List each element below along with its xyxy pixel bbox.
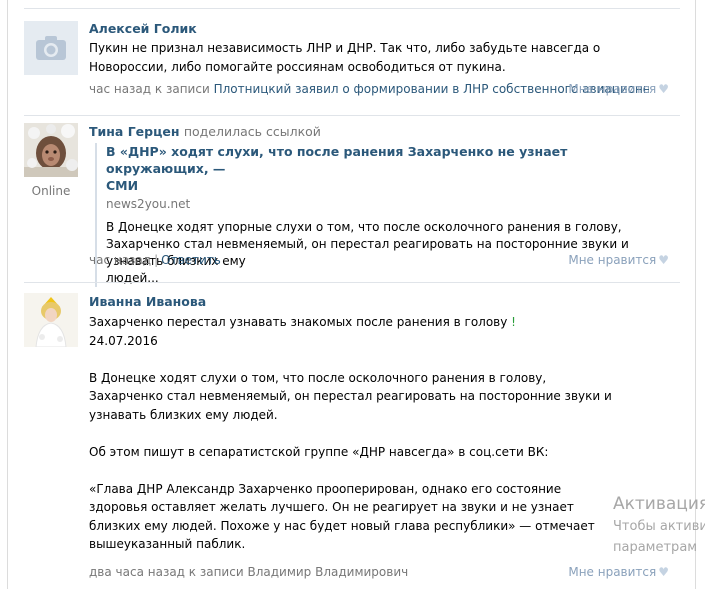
author-name: Тина Герцен поделилась ссылкой bbox=[89, 124, 321, 139]
avatar[interactable] bbox=[24, 123, 78, 177]
exclamation: ! bbox=[511, 315, 516, 329]
avatar-photo bbox=[24, 293, 78, 347]
heart-icon: ♥ bbox=[658, 253, 669, 267]
comment-line: Захарченко перестал узнавать знакомых по… bbox=[89, 313, 612, 332]
activation-watermark-line: Чтобы активи bbox=[613, 519, 705, 534]
author-link[interactable]: Тина Герцен bbox=[89, 124, 179, 139]
comment-meta: час назад | Ответить bbox=[89, 253, 221, 267]
comment-meta: час назад к записи Плотницкий заявил о ф… bbox=[89, 82, 649, 96]
like-label: Мне нравится bbox=[568, 565, 657, 579]
comment-text: Пукин не признал независимость ЛНР и ДНР… bbox=[89, 39, 600, 76]
desc-line: людей... bbox=[106, 271, 159, 285]
comment-line-text: Захарченко перестал узнавать знакомых по… bbox=[89, 315, 508, 329]
comment-line: 24.07.2016 bbox=[89, 333, 158, 348]
left-border bbox=[7, 0, 8, 589]
comment-time: два часа назад к записи bbox=[89, 565, 244, 579]
heart-icon: ♥ bbox=[658, 565, 669, 579]
separator bbox=[24, 282, 680, 283]
comment-line: В Донецке ходят слухи о том, что после о… bbox=[89, 370, 547, 385]
meta-divider: | bbox=[154, 253, 159, 267]
camera-icon bbox=[36, 36, 66, 60]
comment-line: близких ему людей. Похоже у нас будет но… bbox=[89, 518, 595, 533]
shared-link-title[interactable]: В «ДНР» ходят слухи, что после ранения З… bbox=[106, 143, 651, 194]
post-link[interactable]: Владимир Владимирович bbox=[247, 565, 408, 579]
avatar[interactable] bbox=[24, 293, 78, 347]
comment-line: вышеуказанный паблик. bbox=[89, 537, 246, 551]
online-status: Online bbox=[31, 184, 71, 198]
heart-icon: ♥ bbox=[658, 82, 669, 96]
comment-line: Об этом пишут в сепаратистской группе «Д… bbox=[89, 444, 549, 459]
title-line: СМИ bbox=[106, 178, 139, 193]
avatar-photo bbox=[24, 123, 78, 177]
desc-line: В Донецке ходят упорные слухи о том, что… bbox=[106, 220, 622, 234]
title-line: В «ДНР» ходят слухи, что после ранения З… bbox=[106, 144, 568, 176]
shared-link-domain: news2you.net bbox=[106, 197, 191, 211]
author-name[interactable]: Иванна Иванова bbox=[89, 294, 206, 309]
like-button[interactable]: Мне нравится ♥ bbox=[568, 565, 669, 579]
separator bbox=[24, 8, 680, 9]
comment-line: Новороссии, либо помогайте россиянам осв… bbox=[89, 59, 506, 74]
like-label: Мне нравится bbox=[568, 253, 657, 267]
comment-line: «Глава ДНР Александр Захарченко проопери… bbox=[89, 481, 562, 496]
comment-text: Захарченко перестал узнавать знакомых по… bbox=[89, 313, 612, 554]
comment-time: час назад bbox=[89, 253, 152, 267]
comment-time: час назад к записи bbox=[89, 82, 210, 96]
author-name[interactable]: Алексей Голик bbox=[89, 21, 197, 36]
comment-line: узнавать близких ему людей. bbox=[89, 407, 278, 422]
comment-meta: два часа назад к записи Владимир Владими… bbox=[89, 565, 408, 579]
shared-note: поделилась ссылкой bbox=[183, 124, 321, 139]
activation-watermark-title: Активация bbox=[613, 494, 705, 514]
like-button[interactable]: Мне нравится ♥ bbox=[568, 82, 669, 96]
comment-line: Захарченко стал невменяемый, он перестал… bbox=[89, 389, 612, 403]
avatar[interactable] bbox=[24, 21, 78, 75]
comment-line: Пукин не признал независимость ЛНР и ДНР… bbox=[89, 41, 601, 55]
like-button[interactable]: Мне нравится ♥ bbox=[568, 253, 669, 267]
activation-watermark-line: параметрам bbox=[613, 540, 698, 555]
reply-button[interactable]: Ответить bbox=[161, 253, 221, 267]
like-label: Мне нравится bbox=[568, 82, 657, 96]
separator bbox=[24, 115, 680, 116]
comment-line: здоровья оставляет желать лучшего. Он не… bbox=[89, 500, 574, 514]
